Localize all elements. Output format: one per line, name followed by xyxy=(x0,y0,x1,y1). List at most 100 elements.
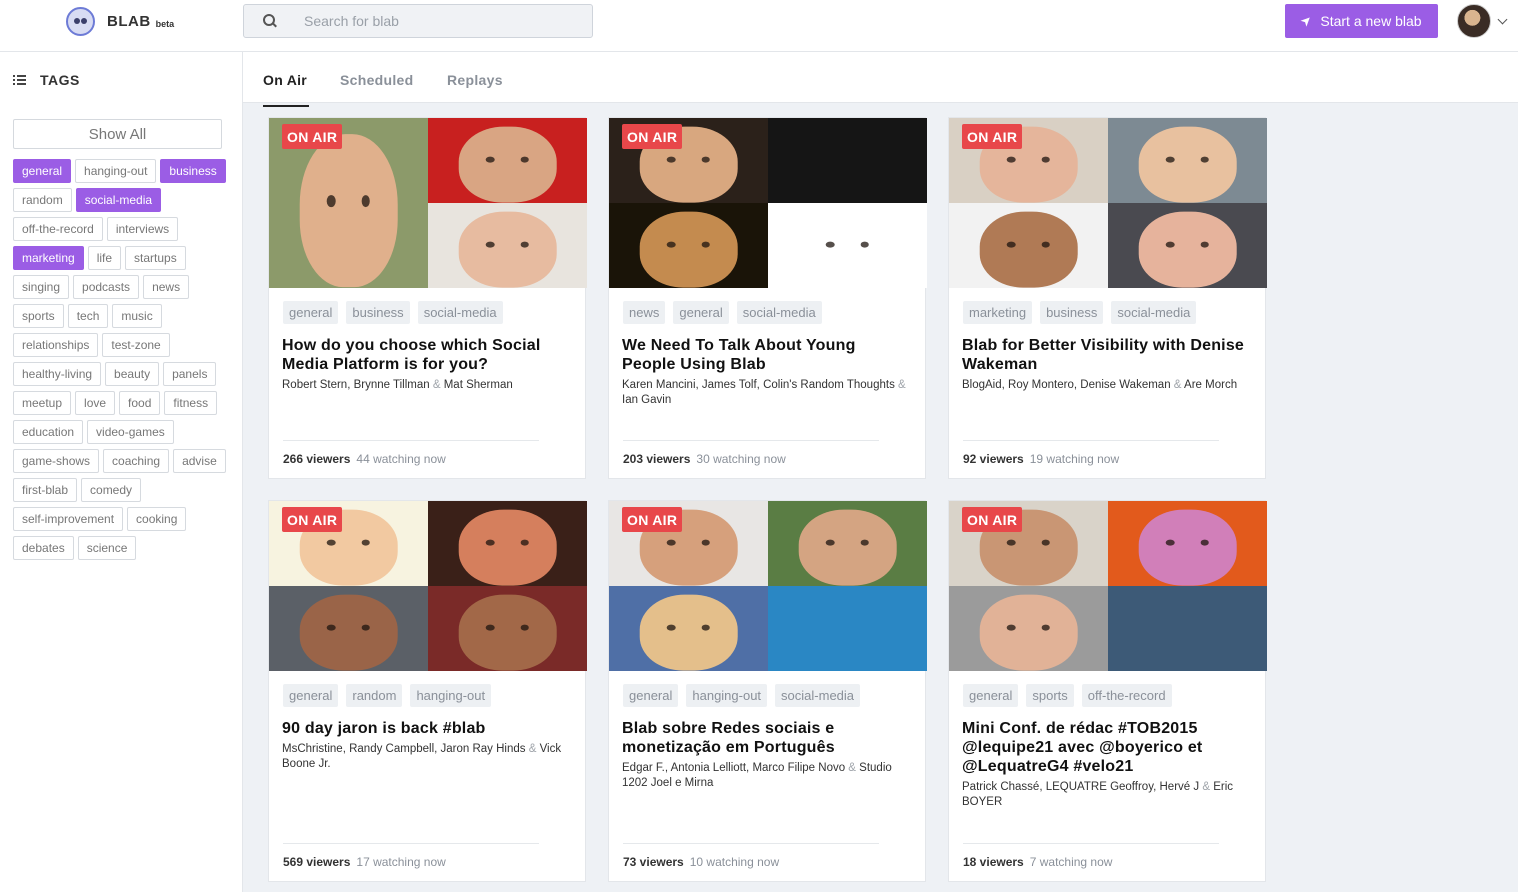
sidebar-tag-fitness[interactable]: fitness xyxy=(164,391,218,415)
card-tag[interactable]: social-media xyxy=(1111,301,1197,324)
sidebar-tag-relationships[interactable]: relationships xyxy=(13,333,99,357)
blab-logo[interactable]: BLAB beta xyxy=(66,7,174,36)
sidebar-tag-podcasts[interactable]: podcasts xyxy=(73,275,140,299)
participant-face xyxy=(639,211,738,288)
card-tag[interactable]: marketing xyxy=(963,301,1033,324)
chevron-down-icon[interactable] xyxy=(1497,14,1508,25)
blab-card[interactable]: ON AIR general sports off-the-record Mini Co… xyxy=(948,500,1267,882)
host-name[interactable]: Jaron Ray Hinds xyxy=(441,743,526,755)
sidebar-tag-meetup[interactable]: meetup xyxy=(13,391,72,415)
host-name[interactable]: Denise Wakeman xyxy=(1080,379,1170,391)
tab-scheduled[interactable]: Scheduled xyxy=(340,72,414,88)
host-name[interactable]: BlogAid xyxy=(962,379,1002,391)
sidebar-tag-cooking[interactable]: cooking xyxy=(127,507,187,531)
sidebar-tag-life[interactable]: life xyxy=(87,246,122,270)
host-name[interactable]: LEQUATRE Geoffroy xyxy=(1046,781,1153,793)
sidebar-tag-healthy-living[interactable]: healthy-living xyxy=(13,362,102,386)
sidebar-tag-tech[interactable]: tech xyxy=(67,304,109,328)
card-tag[interactable]: general xyxy=(673,301,729,324)
sidebar-tag-first-blab[interactable]: first-blab xyxy=(13,478,78,502)
host-name[interactable]: Patrick Chassé xyxy=(962,781,1039,793)
card-tag[interactable]: social-media xyxy=(775,684,861,707)
sidebar-tag-advise[interactable]: advise xyxy=(173,449,226,473)
card-tag[interactable]: sports xyxy=(1026,684,1074,707)
sidebar-tag-game-shows[interactable]: game-shows xyxy=(13,449,100,473)
card-tag[interactable]: off-the-record xyxy=(1081,684,1172,707)
start-new-blab-button[interactable]: ➤ Start a new blab xyxy=(1285,4,1438,38)
host-name[interactable]: Roy Montero xyxy=(1008,379,1074,391)
host-name[interactable]: Robert Stern xyxy=(282,379,347,391)
host-name[interactable]: Edgar F. xyxy=(622,762,665,774)
sidebar-tag-marketing[interactable]: marketing xyxy=(13,246,84,270)
blab-card[interactable]: ON AIR general business social-media How do … xyxy=(268,117,587,479)
card-title[interactable]: 90 day jaron is back #blab xyxy=(282,719,571,738)
card-tag[interactable]: hanging-out xyxy=(686,684,768,707)
host-name[interactable]: Antonia Lelliott xyxy=(671,762,746,774)
sidebar-tag-off-the-record[interactable]: off-the-record xyxy=(13,217,103,241)
host-name[interactable]: Brynne Tillman xyxy=(354,379,430,391)
sidebar-tag-beauty[interactable]: beauty xyxy=(105,362,160,386)
card-tag[interactable]: business xyxy=(1040,301,1104,324)
sidebar-tag-comedy[interactable]: comedy xyxy=(81,478,142,502)
participant-thumbnail xyxy=(428,118,587,203)
card-tag[interactable]: social-media xyxy=(736,301,822,324)
on-air-badge: ON AIR xyxy=(962,507,1023,532)
blab-card[interactable]: ON AIR marketing business social-media Blab … xyxy=(948,117,1267,479)
blab-card[interactable]: ON AIR news general social-media We Need To … xyxy=(608,117,927,479)
host-name[interactable]: Marco Filipe Novo xyxy=(752,762,845,774)
tab-on-air[interactable]: On Air xyxy=(263,72,310,107)
blab-card[interactable]: ON AIR general hanging-out social-media Blab… xyxy=(608,500,927,882)
blab-card[interactable]: ON AIR general random hanging-out 90 day jar… xyxy=(268,500,587,882)
card-title[interactable]: Mini Conf. de rédac #TOB2015 @lequipe21 … xyxy=(962,719,1251,776)
sidebar-tag-video-games[interactable]: video-games xyxy=(87,420,174,444)
host-name[interactable]: Mat Sherman xyxy=(444,379,513,391)
card-tag[interactable]: random xyxy=(346,684,403,707)
sidebar-tag-science[interactable]: science xyxy=(77,536,137,560)
sidebar-tag-love[interactable]: love xyxy=(75,391,116,415)
sidebar-tag-random[interactable]: random xyxy=(13,188,72,212)
sidebar-tag-hanging-out[interactable]: hanging-out xyxy=(75,159,157,183)
sidebar-tag-startups[interactable]: startups xyxy=(125,246,186,270)
card-hosts: MsChristine, Randy Campbell, Jaron Ray H… xyxy=(282,743,562,770)
search-input[interactable] xyxy=(304,13,574,29)
user-avatar[interactable] xyxy=(1457,4,1491,38)
sidebar-tag-social-media[interactable]: social-media xyxy=(75,188,162,212)
card-title[interactable]: We Need To Talk About Young People Using… xyxy=(622,336,911,374)
tab-replays[interactable]: Replays xyxy=(447,72,503,88)
sidebar-tag-singing[interactable]: singing xyxy=(13,275,70,299)
card-title[interactable]: Blab for Better Visibility with Denise W… xyxy=(962,336,1251,374)
host-name[interactable]: MsChristine xyxy=(282,743,343,755)
host-name[interactable]: Colin's Random Thoughts xyxy=(763,379,895,391)
host-name[interactable]: Hervé J xyxy=(1160,781,1200,793)
sidebar-tag-education[interactable]: education xyxy=(13,420,84,444)
sidebar-tag-music[interactable]: music xyxy=(112,304,162,328)
host-name[interactable]: Ian Gavin xyxy=(622,394,671,406)
sidebar-tag-interviews[interactable]: interviews xyxy=(106,217,179,241)
sidebar-tag-coaching[interactable]: coaching xyxy=(103,449,170,473)
search-box[interactable] xyxy=(243,4,593,38)
card-tag[interactable]: general xyxy=(623,684,679,707)
card-tag[interactable]: general xyxy=(963,684,1019,707)
sidebar-tag-news[interactable]: news xyxy=(143,275,190,299)
card-tag[interactable]: general xyxy=(283,301,339,324)
card-tag[interactable]: general xyxy=(283,684,339,707)
card-tag[interactable]: social-media xyxy=(417,301,503,324)
sidebar-tag-general[interactable]: general xyxy=(13,159,72,183)
sidebar-tag-sports[interactable]: sports xyxy=(13,304,64,328)
host-name[interactable]: Randy Campbell xyxy=(349,743,434,755)
sidebar-tag-panels[interactable]: panels xyxy=(163,362,217,386)
host-name[interactable]: James Tolf xyxy=(702,379,757,391)
host-name[interactable]: Are Morch xyxy=(1184,379,1237,391)
sidebar-tag-self-improvement[interactable]: self-improvement xyxy=(13,507,124,531)
card-title[interactable]: Blab sobre Redes sociais e monetização e… xyxy=(622,719,911,757)
card-tag[interactable]: hanging-out xyxy=(410,684,492,707)
sidebar-tag-test-zone[interactable]: test-zone xyxy=(102,333,170,357)
sidebar-tag-food[interactable]: food xyxy=(119,391,161,415)
card-title[interactable]: How do you choose which Social Media Pla… xyxy=(282,336,571,374)
sidebar-tag-business[interactable]: business xyxy=(160,159,226,183)
sidebar-tag-debates[interactable]: debates xyxy=(13,536,74,560)
show-all-button[interactable]: Show All xyxy=(13,119,222,149)
host-name[interactable]: Karen Mancini xyxy=(622,379,696,391)
card-tag[interactable]: business xyxy=(346,301,410,324)
card-tag[interactable]: news xyxy=(623,301,666,324)
